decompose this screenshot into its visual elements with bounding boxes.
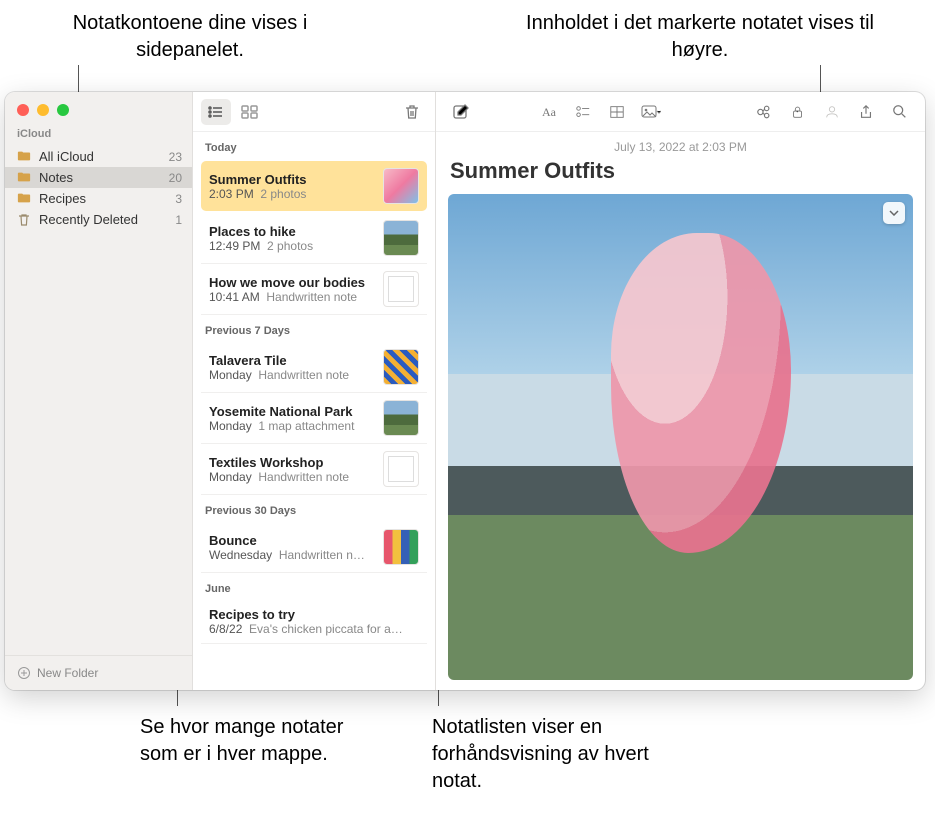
list-item-summer-outfits[interactable]: Summer Outfits 2:03 PM 2 photos — [201, 161, 427, 211]
sidebar-item-count: 20 — [169, 171, 182, 185]
list-item-thumbnail — [383, 349, 419, 385]
new-folder-button[interactable]: New Folder — [5, 655, 192, 690]
link-notes-button[interactable] — [749, 99, 779, 125]
media-button[interactable] — [636, 99, 666, 125]
list-item-title: Yosemite National Park — [209, 404, 375, 419]
folder-icon — [17, 192, 31, 206]
list-item-meta: Handwritten note — [258, 368, 349, 382]
list-section-header: Today — [193, 132, 435, 159]
sidebar-item-count: 3 — [175, 192, 182, 206]
list-item-title: How we move our bodies — [209, 275, 375, 290]
sidebar-item-count: 1 — [175, 213, 182, 227]
note-content-panel: Aa — [436, 92, 925, 690]
list-item-meta: Handwritten note — [258, 470, 349, 484]
note-title[interactable]: Summer Outfits — [436, 158, 925, 190]
list-item-title: Bounce — [209, 533, 375, 548]
gallery-view-button[interactable] — [235, 99, 265, 125]
sidebar-item-recipes[interactable]: Recipes 3 — [5, 188, 192, 209]
format-text-button[interactable]: Aa — [534, 99, 564, 125]
search-button[interactable] — [885, 99, 915, 125]
list-item-time: 2:03 PM — [209, 187, 254, 201]
list-item-time: Monday — [209, 368, 252, 382]
image-menu-button[interactable] — [883, 202, 905, 224]
list-toolbar — [193, 92, 435, 132]
zoom-window-button[interactable] — [57, 104, 69, 116]
list-item[interactable]: Textiles Workshop Monday Handwritten not… — [201, 444, 427, 495]
callout-bottom-right: Notatlisten viser en forhåndsvisning av … — [432, 714, 702, 795]
list-section-header: Previous 7 Days — [193, 315, 435, 342]
list-item[interactable]: Yosemite National Park Monday 1 map atta… — [201, 393, 427, 444]
share-button[interactable] — [851, 99, 881, 125]
close-window-button[interactable] — [17, 104, 29, 116]
list-item-thumbnail — [383, 529, 419, 565]
list-section-header: Previous 30 Days — [193, 495, 435, 522]
sidebar-item-label: Recently Deleted — [39, 212, 167, 227]
note-image[interactable] — [448, 194, 913, 680]
list-item-title: Textiles Workshop — [209, 455, 375, 470]
new-note-button[interactable] — [446, 99, 476, 125]
trash-icon — [17, 213, 31, 227]
list-view-button[interactable] — [201, 99, 231, 125]
lock-note-button[interactable] — [783, 99, 813, 125]
collaborate-button[interactable] — [817, 99, 847, 125]
list-item-title: Summer Outfits — [209, 172, 375, 187]
list-item[interactable]: How we move our bodies 10:41 AM Handwrit… — [201, 264, 427, 315]
list-item-thumbnail — [383, 271, 419, 307]
sidebar-item-label: Notes — [39, 170, 161, 185]
list-item-title: Recipes to try — [209, 607, 419, 622]
sidebar-item-all-icloud[interactable]: All iCloud 23 — [5, 146, 192, 167]
folder-icon — [17, 150, 31, 164]
list-item-time: Monday — [209, 419, 252, 433]
list-section-header: June — [193, 573, 435, 600]
list-item-thumbnail — [383, 220, 419, 256]
svg-text:Aa: Aa — [542, 105, 557, 119]
sidebar: iCloud All iCloud 23 Notes 20 Recipes 3 — [5, 92, 193, 690]
callout-bottom-left: Se hvor mange notater som er i hver mapp… — [140, 714, 360, 768]
sidebar-item-label: Recipes — [39, 191, 167, 206]
list-item[interactable]: Recipes to try 6/8/22 Eva's chicken picc… — [201, 600, 427, 644]
list-item-time: Monday — [209, 470, 252, 484]
list-item-time: 12:49 PM — [209, 239, 260, 253]
list-item-meta: 2 photos — [260, 187, 306, 201]
callout-top-left: Notatkontoene dine vises i sidepanelet. — [60, 10, 320, 64]
folder-icon — [17, 171, 31, 185]
sidebar-section-header: iCloud — [5, 126, 192, 146]
list-item-meta: Handwritten note — [266, 290, 357, 304]
list-item[interactable]: Bounce Wednesday Handwritten n… — [201, 522, 427, 573]
list-item-thumbnail — [383, 451, 419, 487]
list-item-title: Places to hike — [209, 224, 375, 239]
list-item-meta: 1 map attachment — [258, 419, 354, 433]
sidebar-item-recently-deleted[interactable]: Recently Deleted 1 — [5, 209, 192, 230]
sidebar-item-label: All iCloud — [39, 149, 161, 164]
notes-window: iCloud All iCloud 23 Notes 20 Recipes 3 — [5, 92, 925, 690]
list-item-time: Wednesday — [209, 548, 272, 562]
window-controls — [5, 92, 192, 126]
notes-list-panel: Today Summer Outfits 2:03 PM 2 photos Pl… — [193, 92, 436, 690]
notes-list: Today Summer Outfits 2:03 PM 2 photos Pl… — [193, 132, 435, 690]
list-item-time: 10:41 AM — [209, 290, 260, 304]
list-item[interactable]: Places to hike 12:49 PM 2 photos — [201, 213, 427, 264]
list-item-meta: 2 photos — [267, 239, 313, 253]
list-item-title: Talavera Tile — [209, 353, 375, 368]
delete-note-button[interactable] — [397, 99, 427, 125]
content-toolbar: Aa — [436, 92, 925, 132]
list-item-thumbnail — [383, 400, 419, 436]
list-item-time: 6/8/22 — [209, 622, 242, 636]
new-folder-label: New Folder — [37, 666, 98, 680]
note-date: July 13, 2022 at 2:03 PM — [436, 132, 925, 158]
list-item-meta: Handwritten n… — [279, 548, 365, 562]
minimize-window-button[interactable] — [37, 104, 49, 116]
table-button[interactable] — [602, 99, 632, 125]
plus-circle-icon — [17, 666, 31, 680]
note-body: July 13, 2022 at 2:03 PM Summer Outfits — [436, 132, 925, 690]
sidebar-item-count: 23 — [169, 150, 182, 164]
sidebar-item-notes[interactable]: Notes 20 — [5, 167, 192, 188]
list-item[interactable]: Talavera Tile Monday Handwritten note — [201, 342, 427, 393]
checklist-button[interactable] — [568, 99, 598, 125]
list-item-meta: Eva's chicken piccata for a… — [249, 622, 403, 636]
list-item-thumbnail — [383, 168, 419, 204]
callout-top-right: Innholdet i det markerte notatet vises t… — [505, 10, 895, 64]
